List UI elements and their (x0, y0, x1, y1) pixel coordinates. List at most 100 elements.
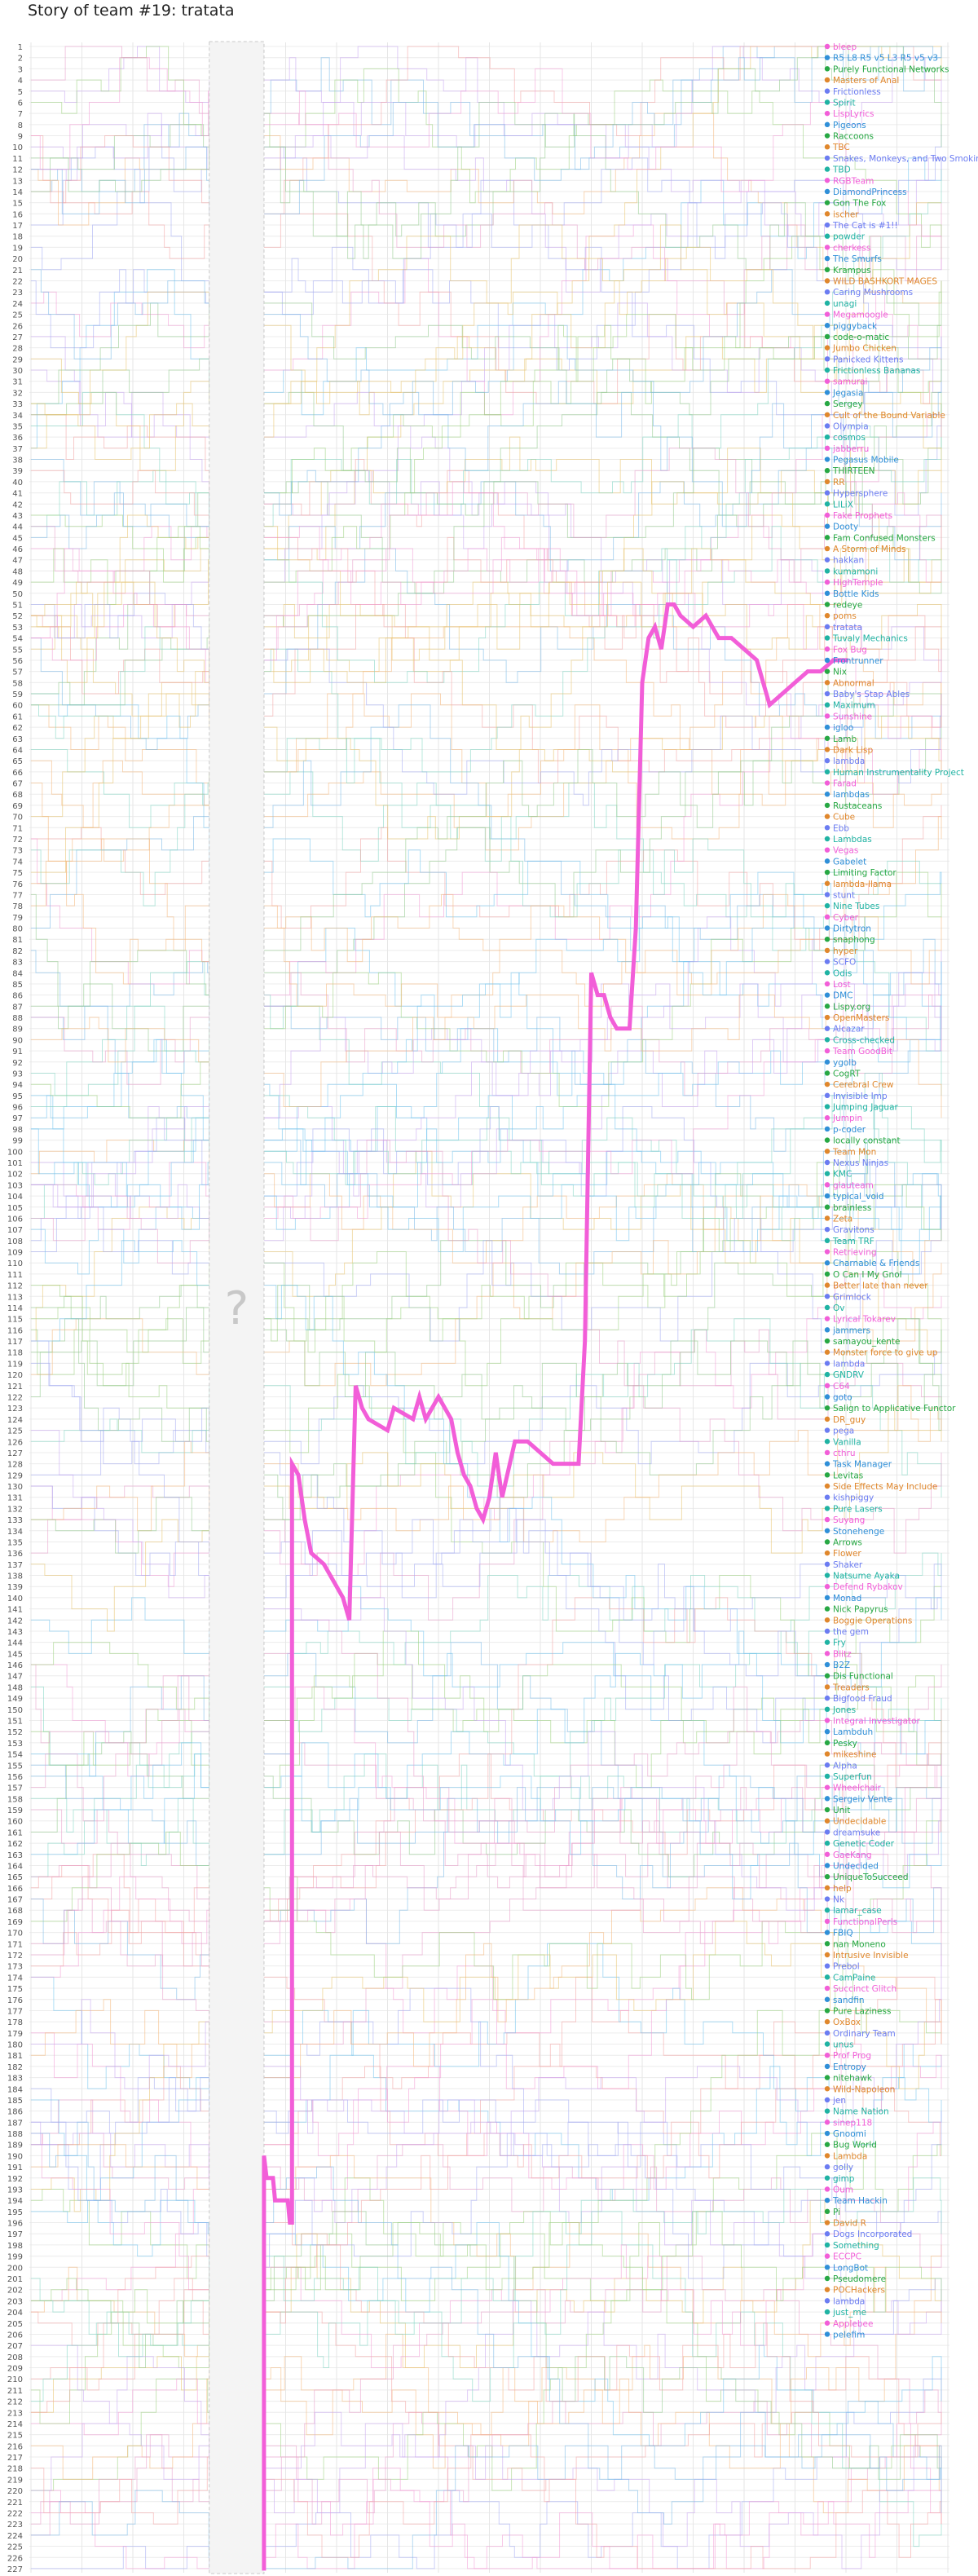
team-legend-dot (824, 1461, 830, 1467)
team-legend-dot (824, 1171, 830, 1176)
team-legend-dot (824, 1751, 830, 1757)
team-legend-label: glauteam (833, 1180, 874, 1190)
team-legend-label: Vanilla (833, 1437, 861, 1447)
team-line (31, 1999, 210, 2079)
team-legend-dot (824, 1796, 830, 1802)
team-legend-label: Integral Investigator (833, 1717, 921, 1727)
team-legend-dot (824, 468, 830, 474)
team-legend-dot (824, 1673, 830, 1678)
rank-label: 215 (7, 2432, 23, 2441)
rank-label: 145 (7, 1650, 23, 1659)
team-legend-label: Cross-checked (833, 1035, 895, 1045)
team-legend-label: kishpiggy (833, 1493, 874, 1503)
team-legend-label: Spirit (833, 98, 856, 108)
team-legend-dot (824, 1126, 830, 1132)
rank-label: 86 (12, 992, 23, 1001)
team-legend-label: Gravitons (833, 1225, 874, 1235)
team-legend-dot (824, 311, 830, 317)
team-legend-label: A Storm of Minds (833, 545, 906, 554)
team-legend-dot (824, 1941, 830, 1947)
rank-label: 173 (7, 1963, 23, 1972)
team-legend-dot (824, 1081, 830, 1087)
team-legend-label: Frontrunner (833, 656, 883, 666)
team-line (31, 1117, 210, 1242)
rank-label: 34 (12, 412, 23, 421)
rank-label: 45 (12, 534, 23, 543)
team-legend-dot (824, 769, 830, 775)
rank-label: 115 (7, 1316, 23, 1325)
rank-label: 82 (12, 947, 23, 956)
team-legend-dot (824, 635, 830, 641)
team-legend-label: Team GoodBit (832, 1047, 892, 1056)
team-legend-label: samurai (833, 377, 867, 387)
rank-label: 52 (12, 612, 23, 621)
rank-label: 66 (12, 769, 23, 778)
rank-label: 157 (7, 1784, 23, 1793)
rank-label: 48 (12, 567, 23, 576)
team-legend-dot (824, 1104, 830, 1109)
team-line (31, 146, 210, 271)
rank-label: 142 (7, 1617, 23, 1625)
rank-label: 202 (7, 2287, 23, 2296)
team-legend-dot (824, 479, 830, 485)
team-legend-label: THIRTEEN (832, 466, 874, 476)
team-legend-dot (824, 1829, 830, 1835)
team-legend-label: hyper (833, 946, 858, 956)
team-legend-label: FunctionalPerls (833, 1917, 897, 1927)
team-legend-label: Cerebral Crew (833, 1080, 894, 1090)
team-legend-dot (824, 902, 830, 909)
team-legend-dot (824, 970, 830, 976)
team-legend-dot (824, 981, 830, 987)
team-legend-label: DMC (833, 991, 852, 1001)
team-line (31, 1899, 210, 2022)
team-legend-label: jabberru (832, 444, 869, 454)
rank-label: 84 (12, 969, 23, 978)
team-legend-dot (824, 925, 830, 931)
team-legend-dot (824, 535, 830, 540)
team-legend-dot (824, 523, 830, 529)
team-legend-dot (824, 2075, 830, 2080)
team-legend-label: Wild-Napoleon (833, 2084, 895, 2094)
team-legend-dot (824, 378, 830, 384)
rank-label: 191 (7, 2164, 23, 2172)
team-legend-label: Frictionless Bananas (833, 366, 920, 376)
rank-label: 5 (18, 88, 23, 97)
rank-label: 223 (7, 2521, 23, 2530)
rank-label: 14 (12, 188, 23, 197)
team-legend-label: Masters of Anal (833, 76, 899, 86)
team-legend-label: Raccoons (833, 132, 874, 142)
team-legend-dot (824, 1026, 830, 1031)
team-legend-dot (824, 400, 830, 407)
team-line (31, 1340, 210, 1554)
rank-label: 134 (7, 1528, 23, 1537)
team-line (31, 1362, 210, 1465)
rank-label: 192 (7, 2175, 23, 2184)
team-legend-dot (824, 568, 830, 574)
rank-label: 33 (12, 400, 23, 409)
team-legend-label: Sergey (833, 399, 863, 409)
team-legend-dot (824, 245, 830, 250)
team-legend-label: Team TRF (832, 1237, 874, 1246)
team-legend-dot (824, 1706, 830, 1713)
team-legend-label: Cube (833, 813, 855, 823)
team-legend-label: gimp (833, 2174, 855, 2184)
team-legend-label: unagi (833, 299, 857, 309)
team-legend-dot (824, 2186, 830, 2192)
team-legend-label: DiamondPrincess (833, 187, 907, 197)
team-legend-label: Succinct Glitch (833, 1984, 896, 1994)
team-legend-dot (824, 1137, 830, 1143)
team-legend-dot (824, 680, 830, 686)
team-legend-label: Better late than never (833, 1281, 928, 1291)
rank-label: 112 (7, 1282, 23, 1291)
rank-label: 185 (7, 2097, 23, 2106)
rank-label: 40 (12, 479, 23, 487)
rank-label: 98 (12, 1126, 23, 1135)
rank-label: 158 (7, 1795, 23, 1804)
team-legend-label: Unit (833, 1806, 850, 1815)
rank-label: 2 (18, 55, 23, 64)
team-legend-label: Lamb (833, 734, 857, 744)
rank-label: 37 (12, 445, 23, 454)
team-legend-label: lambda (833, 1359, 865, 1369)
team-legend-dot (824, 1851, 830, 1857)
rank-label: 171 (7, 1940, 23, 1949)
